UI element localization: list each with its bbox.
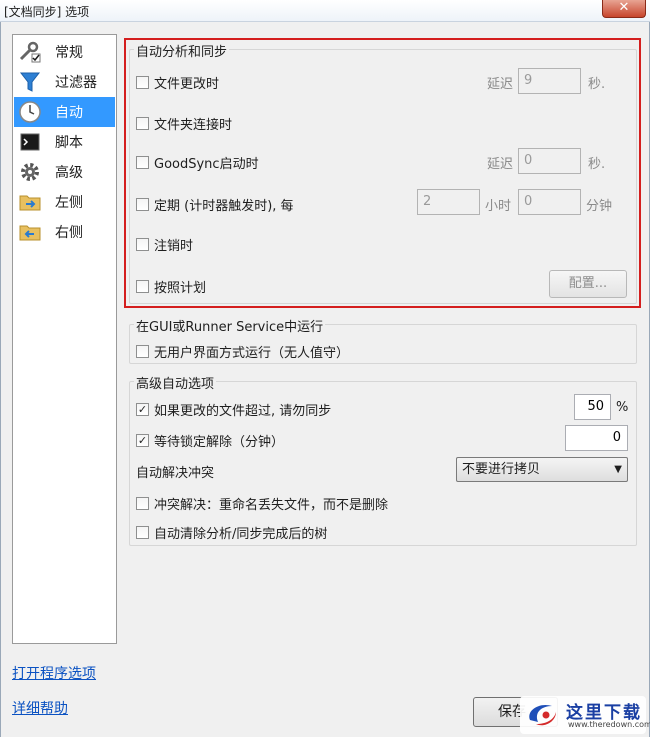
checkbox-label: 文件更改时 <box>154 77 220 92</box>
conflict-resolve-label: 自动解决冲突 <box>136 466 215 481</box>
on-logoff-checkbox[interactable]: 注销时 <box>136 235 193 254</box>
checkbox-label: 按照计划 <box>154 281 207 296</box>
checkbox-label: 定期 (计时器触发时), 每 <box>154 199 294 214</box>
help-link[interactable]: 详细帮助 <box>12 698 68 718</box>
checkbox-label: 无用户界面方式运行（无人值守） <box>154 346 350 361</box>
checkbox-box[interactable] <box>136 280 149 293</box>
checkbox-box[interactable] <box>136 345 149 358</box>
too-many-changes-input[interactable]: 50 <box>574 394 611 420</box>
checkbox-box[interactable]: ✓ <box>136 434 149 447</box>
on-folder-connect-checkbox[interactable]: 文件夹连接时 <box>136 114 232 133</box>
on-start-delay-unit: 秒. <box>588 157 606 172</box>
folder-arrow-left-icon <box>18 220 42 244</box>
checkbox-box[interactable] <box>136 238 149 251</box>
on-file-change-checkbox[interactable]: 文件更改时 <box>136 73 219 92</box>
checkbox-box[interactable] <box>136 497 149 510</box>
checkbox-box[interactable]: ✓ <box>136 403 149 416</box>
checkbox-label: 如果更改的文件超过, 请勿同步 <box>154 404 332 419</box>
sidebar-item-label: 过滤器 <box>55 75 97 91</box>
rename-lost-files-checkbox[interactable]: 冲突解决：重命名丢失文件，而不是删除 <box>136 494 388 513</box>
file-change-delay-unit: 秒. <box>588 77 606 92</box>
unattended-checkbox[interactable]: 无用户界面方式运行（无人值守） <box>136 342 349 361</box>
on-start-delay-label: 延迟 <box>487 157 514 172</box>
on-start-checkbox[interactable]: GoodSync启动时 <box>136 153 259 172</box>
sidebar-item-label: 自动 <box>55 105 83 121</box>
sidebar-item-general[interactable]: 常规 <box>14 37 115 67</box>
clock-icon <box>18 100 42 124</box>
on-start-delay-input[interactable]: 0 <box>518 148 581 174</box>
select-value: 不要进行拷贝 <box>462 462 541 477</box>
sidebar-item-advanced[interactable]: 高级 <box>14 157 115 187</box>
checkbox-label: GoodSync启动时 <box>154 157 259 172</box>
periodic-checkbox[interactable]: 定期 (计时器触发时), 每 <box>136 195 294 214</box>
too-many-changes-checkbox[interactable]: ✓ 如果更改的文件超过, 请勿同步 <box>136 400 331 419</box>
periodic-hours-unit: 小时 <box>485 199 512 214</box>
too-many-changes-unit: % <box>616 400 629 415</box>
sidebar: 常规 过滤器 自动 脚本 高级 左侧 右侧 <box>12 34 117 644</box>
clear-tree-checkbox[interactable]: 自动清除分析/同步完成后的树 <box>136 523 327 542</box>
checkbox-label: 文件夹连接时 <box>154 118 233 133</box>
funnel-icon <box>18 70 42 94</box>
wait-unlock-checkbox[interactable]: ✓ 等待锁定解除（分钟） <box>136 431 284 450</box>
file-change-delay-input[interactable]: 9 <box>518 68 581 94</box>
checkbox-box[interactable] <box>136 156 149 169</box>
sidebar-item-right[interactable]: 右侧 <box>14 217 115 247</box>
sidebar-item-label: 常规 <box>55 45 83 61</box>
checkbox-label: 自动清除分析/同步完成后的树 <box>154 527 328 542</box>
schedule-checkbox[interactable]: 按照计划 <box>136 277 206 296</box>
watermark-logo <box>529 704 556 726</box>
auto-sync-group-title: 自动分析和同步 <box>134 41 230 60</box>
checkbox-label: 冲突解决：重命名丢失文件，而不是删除 <box>154 498 389 513</box>
chevron-down-icon: ▼ <box>614 464 622 475</box>
periodic-hours-input[interactable]: 2 <box>417 189 480 215</box>
checkbox-box[interactable] <box>136 117 149 130</box>
console-icon <box>18 130 42 154</box>
open-program-options-link[interactable]: 打开程序选项 <box>12 663 96 683</box>
sidebar-item-label: 高级 <box>55 165 83 181</box>
title-bar: [文档同步] 选项 ✕ <box>0 0 650 22</box>
sidebar-item-filters[interactable]: 过滤器 <box>14 67 115 97</box>
wrench-check-icon <box>18 40 42 64</box>
conflict-resolve-select[interactable]: 不要进行拷贝 ▼ <box>456 457 628 482</box>
checkbox-box[interactable] <box>136 198 149 211</box>
periodic-minutes-input[interactable]: 0 <box>518 189 581 215</box>
folder-arrow-right-icon <box>18 190 42 214</box>
sidebar-item-scripts[interactable]: 脚本 <box>14 127 115 157</box>
advanced-auto-group-title: 高级自动选项 <box>134 373 217 392</box>
sidebar-item-label: 右侧 <box>55 225 83 241</box>
gear-icon <box>18 160 42 184</box>
schedule-config-button[interactable]: 配置... <box>549 270 627 298</box>
checkbox-box[interactable] <box>136 526 149 539</box>
checkbox-label: 等待锁定解除（分钟） <box>154 435 285 450</box>
close-button[interactable]: ✕ <box>602 0 646 18</box>
wait-unlock-input[interactable]: 0 <box>565 425 628 451</box>
sidebar-item-auto[interactable]: 自动 <box>14 97 115 127</box>
checkbox-box[interactable] <box>136 76 149 89</box>
sidebar-item-left[interactable]: 左侧 <box>14 187 115 217</box>
window-title: [文档同步] 选项 <box>4 5 90 19</box>
watermark-url: www.theredown.com <box>568 720 650 729</box>
file-change-delay-label: 延迟 <box>487 77 514 92</box>
runner-group-title: 在GUI或Runner Service中运行 <box>134 316 326 335</box>
watermark: 这里下载 www.theredown.com <box>520 696 650 734</box>
sidebar-item-label: 脚本 <box>55 135 83 151</box>
periodic-minutes-unit: 分钟 <box>586 199 613 214</box>
sidebar-item-label: 左侧 <box>55 195 83 211</box>
checkbox-label: 注销时 <box>154 239 194 254</box>
